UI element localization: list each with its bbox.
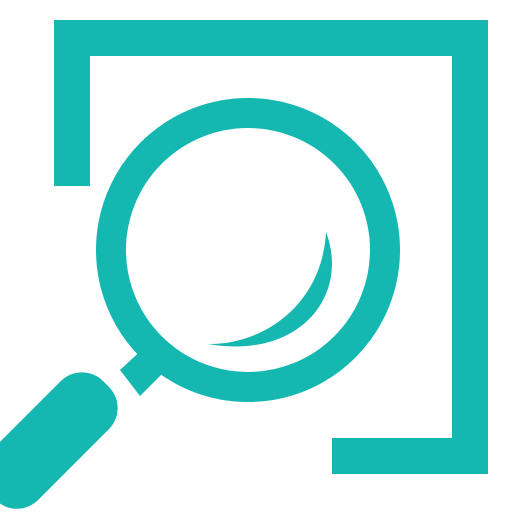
search-frame-icon xyxy=(0,20,488,509)
magnifier-lens xyxy=(96,98,400,402)
search-frame-icon-canvas xyxy=(0,0,512,512)
magnifier-handle xyxy=(0,372,118,509)
